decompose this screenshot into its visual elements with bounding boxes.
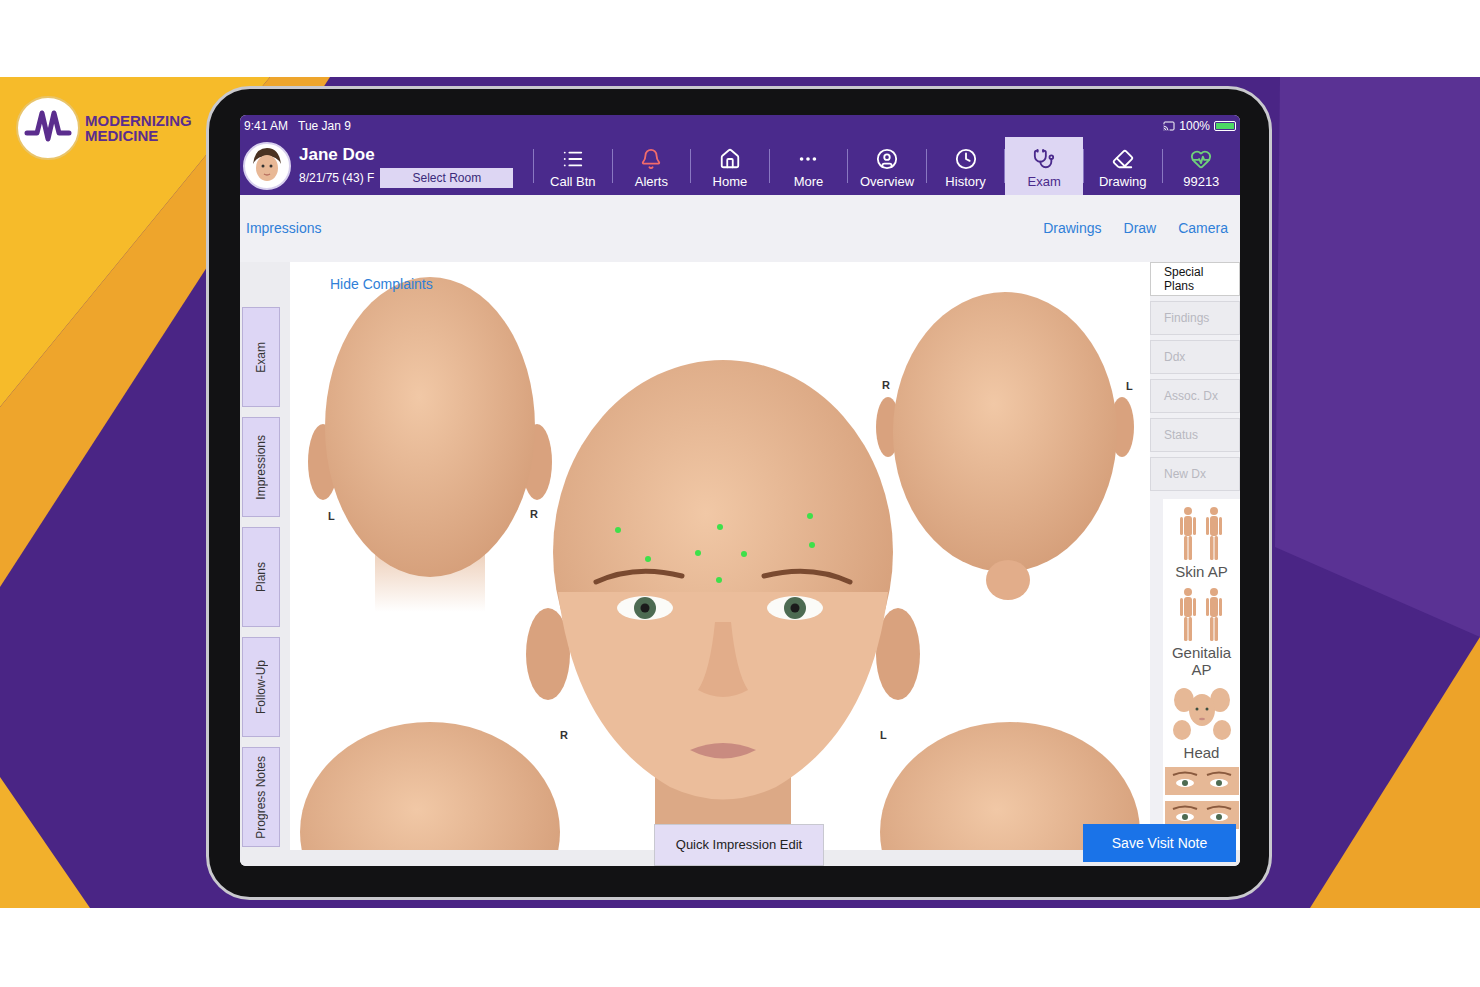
status-bar: 9:41 AM Tue Jan 9 100% — [240, 115, 1240, 137]
thumbnail[interactable]: Skin AP — [1174, 505, 1230, 580]
side-tab[interactable]: Impressions — [242, 417, 280, 517]
header: 9:41 AM Tue Jan 9 100% Jane Doe 8/21/75 (43)… — [240, 115, 1240, 195]
more-icon — [797, 148, 819, 170]
nav-item[interactable]: 99213 — [1163, 137, 1241, 195]
impressions-link[interactable]: Impressions — [246, 218, 321, 239]
home-icon — [719, 148, 741, 170]
nav-item[interactable]: Home — [691, 137, 769, 195]
status-time: 9:41 AM — [244, 117, 288, 135]
battery-text: 100% — [1179, 117, 1210, 135]
toolbar: Impressions Drawings Draw Camera — [240, 195, 1240, 262]
tablet: 9:41 AM Tue Jan 9 100% Jane Doe 8/21/75 (43)… — [206, 86, 1272, 900]
hide-complaints-link[interactable]: Hide Complaints — [330, 274, 433, 295]
thumbnail-list: Skin AP Genitalia APHead — [1163, 499, 1240, 850]
clock-icon — [955, 148, 977, 170]
view-side-label: L — [328, 508, 335, 525]
toolbar-link[interactable]: Draw — [1124, 218, 1157, 239]
battery-icon — [1214, 121, 1236, 131]
nav-item[interactable]: Drawing — [1084, 137, 1162, 195]
list-icon — [562, 148, 584, 170]
toolbar-link[interactable]: Drawings — [1043, 218, 1101, 239]
cast-icon — [1163, 120, 1175, 132]
stethoscope-icon — [1033, 148, 1055, 170]
nav-item[interactable]: History — [927, 137, 1005, 195]
screen: 9:41 AM Tue Jan 9 100% Jane Doe 8/21/75 (43)… — [240, 115, 1240, 866]
complaint-markers-icon — [290, 262, 1150, 850]
view-side-label: R — [882, 377, 890, 394]
toolbar-link[interactable]: Camera — [1178, 218, 1228, 239]
action-button[interactable]: Special Plans — [1150, 262, 1240, 296]
caduceus-icon — [1190, 148, 1212, 170]
action-button: Findings — [1150, 301, 1240, 335]
status-date: Tue Jan 9 — [298, 117, 351, 135]
view-side-label: R — [560, 727, 568, 744]
eraser-icon — [1112, 148, 1134, 170]
view-side-label: L — [1126, 378, 1133, 395]
side-tabs: Exam Impressions Plans Follow-Up Progress No… — [240, 262, 290, 850]
body-figures-icon — [1174, 505, 1230, 563]
thumbnail[interactable]: Genitalia AP — [1163, 586, 1240, 678]
view-side-label: R — [530, 506, 538, 523]
view-side-label: L — [880, 727, 887, 744]
side-tab[interactable]: Exam — [242, 307, 280, 407]
select-room-button[interactable]: Select Room — [380, 168, 513, 188]
side-tab[interactable]: Progress Notes — [242, 747, 280, 847]
banner: MODERNIZINGMEDICINE 9:41 AM Tue Jan 9 100% J… — [0, 77, 1480, 908]
action-button: Ddx — [1150, 340, 1240, 374]
logo-mark-icon — [15, 95, 81, 161]
top-margin — [0, 0, 1480, 77]
heads-icon — [1170, 684, 1234, 744]
body-figures-icon — [1174, 586, 1230, 644]
patient-dob: 8/21/75 (43) F — [299, 169, 374, 187]
side-tab[interactable]: Plans — [242, 527, 280, 627]
quick-impression-edit-button[interactable]: Quick Impression Edit — [654, 824, 824, 866]
body: Exam Impressions Plans Follow-Up Progress No… — [240, 262, 1240, 850]
nav-item[interactable]: Exam — [1005, 137, 1083, 195]
thumbnail[interactable]: Head — [1170, 684, 1234, 761]
action-button: Assoc. Dx — [1150, 379, 1240, 413]
nav-item[interactable]: Call Btn — [534, 137, 612, 195]
nav-item[interactable]: More — [770, 137, 848, 195]
action-button: Status — [1150, 418, 1240, 452]
bell-icon — [640, 148, 662, 170]
head-views-icon — [290, 262, 1150, 850]
bottom-margin — [0, 908, 1480, 987]
action-button: New Dx — [1150, 457, 1240, 491]
patient-avatar-icon[interactable] — [243, 142, 291, 190]
right-panel: Special Plans Findings Ddx Assoc. Dx Status N… — [1150, 262, 1240, 850]
header-main: Jane Doe 8/21/75 (43) F Select Room Call Bt… — [240, 137, 1240, 195]
save-visit-note-button[interactable]: Save Visit Note — [1083, 824, 1236, 862]
thumbnail[interactable] — [1165, 767, 1239, 795]
patient-name: Jane Doe — [299, 145, 513, 165]
logo: MODERNIZINGMEDICINE — [15, 95, 192, 161]
nav-item[interactable]: Overview — [848, 137, 926, 195]
side-tab[interactable]: Follow-Up — [242, 637, 280, 737]
nav-item[interactable]: Alerts — [613, 137, 691, 195]
user-icon — [876, 148, 898, 170]
drawing-canvas[interactable]: Hide Complaints L R R L R L — [290, 262, 1150, 850]
page: MODERNIZINGMEDICINE 9:41 AM Tue Jan 9 100% J… — [0, 0, 1480, 987]
logo-line-2: MEDICINE — [85, 128, 192, 143]
logo-line-1: MODERNIZING — [85, 113, 192, 128]
eyes-thumbnail-icon — [1165, 767, 1239, 795]
patient-info: Jane Doe 8/21/75 (43) F Select Room — [240, 137, 533, 195]
